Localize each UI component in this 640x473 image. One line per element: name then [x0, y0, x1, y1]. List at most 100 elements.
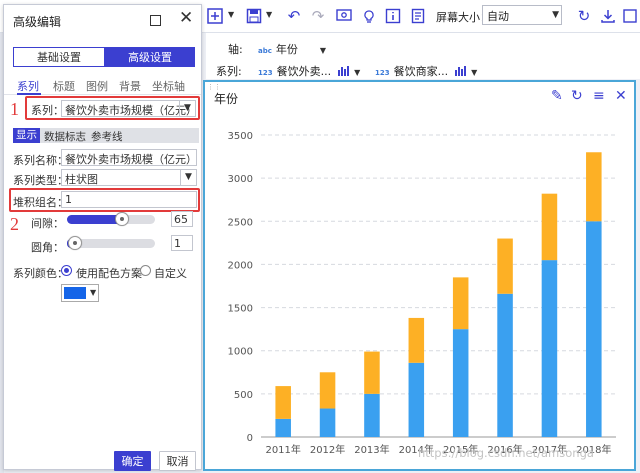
maximize-icon[interactable] — [150, 15, 161, 26]
corner-slider[interactable] — [67, 236, 155, 250]
bar-chart-icon — [337, 66, 349, 76]
corner-slider-thumb[interactable] — [67, 236, 82, 250]
custom-color-option-label: 自定义 — [154, 267, 187, 280]
save-icon[interactable] — [244, 6, 264, 26]
stack-group-input[interactable]: 1 — [61, 191, 197, 208]
color-swatch — [64, 287, 86, 299]
screen-size-value: 自动 — [487, 10, 509, 23]
y-tick-label: 3500 — [228, 131, 253, 142]
axis-field[interactable]: abc 年份 ▼ — [258, 41, 326, 57]
ok-button[interactable]: 确定 — [114, 451, 151, 471]
bar-series-2 — [541, 193, 558, 261]
advanced-edit-dialog: 高级编辑 ✕ 基础设置 高级设置 系列 标题 图例 背景 坐标轴 1 系列： 餐… — [3, 4, 202, 471]
preview-icon[interactable] — [334, 6, 354, 26]
chevron-down-icon: ▼ — [552, 10, 559, 20]
y-tick-label: 1500 — [228, 304, 253, 315]
add-component-icon[interactable] — [205, 6, 225, 26]
series-subtabs: 显示 数据标志 参考线 — [13, 128, 199, 143]
gap-value-input[interactable]: 65 — [171, 211, 193, 227]
info-icon[interactable] — [383, 6, 403, 26]
tab-background[interactable]: 背景 — [119, 78, 141, 94]
bar-series-2 — [275, 386, 291, 419]
chevron-down-icon: ▼ — [471, 68, 478, 77]
subtab-reference-line[interactable]: 参考线 — [91, 129, 123, 144]
toggle-icon[interactable] — [620, 6, 640, 26]
tab-legend[interactable]: 图例 — [86, 78, 108, 94]
series-select[interactable]: 餐饮外卖市场规模（亿元） ▼ — [61, 100, 196, 117]
bar-series-1 — [408, 362, 425, 437]
y-tick-label: 0 — [247, 433, 253, 444]
close-icon[interactable]: ✕ — [615, 89, 627, 103]
series-type-label: 系列类型： — [13, 174, 68, 187]
tab-axis[interactable]: 坐标轴 — [152, 78, 185, 94]
close-icon[interactable]: ✕ — [179, 10, 193, 27]
series-name-value: 餐饮外卖市场规模（亿元） — [65, 153, 197, 166]
corner-value-input[interactable]: 1 — [171, 235, 193, 251]
tab-title[interactable]: 标题 — [53, 78, 75, 94]
series-field-2[interactable]: 123 餐饮商家... ▼ — [375, 63, 477, 79]
series-label: 系列: — [216, 65, 242, 78]
gap-value: 65 — [174, 213, 188, 226]
x-tick-label: 2013年 — [354, 443, 389, 456]
undo-icon[interactable]: ↶ — [284, 6, 304, 26]
custom-color-radio[interactable] — [140, 265, 151, 276]
download-icon[interactable] — [598, 6, 618, 26]
bar-series-1 — [452, 329, 469, 437]
series-field-1[interactable]: 123 餐饮外卖... ▼ — [258, 63, 360, 79]
text-type-icon: abc — [258, 47, 272, 55]
bar-series-2 — [408, 317, 425, 363]
tab-series[interactable]: 系列 — [17, 78, 39, 94]
screen-size-select[interactable]: 自动 ▼ — [482, 5, 562, 25]
bar-series-2 — [364, 351, 380, 394]
refresh-icon[interactable]: ↻ — [571, 89, 583, 103]
series-name-input[interactable]: 餐饮外卖市场规模（亿元） — [61, 149, 197, 166]
series-select-label: 系列： — [31, 104, 64, 117]
color-scheme-option-label: 使用配色方案 — [76, 267, 142, 280]
dialog-title: 高级编辑 — [13, 15, 62, 29]
bar-series-2 — [497, 238, 513, 294]
stacked-bar-chart: 0 500 1000 1500 2000 2500 3000 3500 2011年 2012年 20… — [228, 131, 616, 456]
add-dropdown-caret[interactable]: ▼ — [228, 10, 234, 19]
stack-group-label: 堆积组名： — [13, 196, 68, 209]
menu-icon[interactable]: ≡ — [593, 89, 605, 103]
subtab-display[interactable]: 显示 — [13, 128, 40, 143]
bar-series-2 — [586, 152, 602, 222]
bar-series-1 — [275, 418, 291, 437]
theme-bulb-icon[interactable] — [359, 6, 379, 26]
x-tick-label: 2011年 — [265, 443, 300, 456]
y-tick-label: 2000 — [228, 260, 253, 271]
chevron-down-icon: ▼ — [90, 288, 97, 297]
edit-pencil-icon[interactable]: ✎ — [551, 89, 563, 103]
save-dropdown-caret[interactable]: ▼ — [266, 10, 272, 19]
bar-series-1 — [541, 260, 558, 437]
bar-series-1 — [364, 393, 380, 437]
bar-series-2 — [452, 277, 469, 330]
subtab-data-labels[interactable]: 数据标志 — [44, 129, 86, 144]
stack-group-value: 1 — [65, 193, 72, 206]
section-tabs: 系列 标题 图例 背景 坐标轴 — [4, 77, 201, 95]
cancel-button[interactable]: 取消 — [159, 451, 196, 471]
color-scheme-radio[interactable] — [61, 265, 72, 276]
series-type-select[interactable]: 柱状图 ▼ — [61, 169, 197, 186]
chart-panel[interactable]: ⋮⋮ 年份 ✎ ↻ ≡ ✕ 0 500 1000 1500 2000 2500 3000 35… — [203, 80, 636, 471]
chevron-down-icon: ▼ — [319, 46, 327, 55]
number-type-icon: 123 — [375, 69, 390, 77]
document-icon[interactable] — [408, 6, 428, 26]
color-picker[interactable]: ▼ — [61, 284, 99, 302]
gap-slider-thumb[interactable] — [115, 212, 130, 226]
bar-series-1 — [497, 293, 513, 437]
series-type-value: 柱状图 — [65, 173, 98, 186]
series-field-1-name: 餐饮外卖... — [276, 65, 332, 78]
gap-slider[interactable] — [67, 212, 155, 226]
series-color-label: 系列颜色： — [13, 267, 68, 280]
annotation-number-2: 2 — [10, 214, 19, 234]
gap-slider-fill — [67, 215, 123, 224]
annotation-number-1: 1 — [10, 99, 19, 119]
chart-title: 年份 — [214, 92, 239, 106]
advanced-settings-tab[interactable]: 高级设置 — [105, 47, 195, 67]
corner-label: 圆角： — [31, 241, 64, 254]
basic-settings-tab[interactable]: 基础设置 — [13, 47, 105, 67]
redo-icon[interactable]: ↷ — [308, 6, 328, 26]
corner-value: 1 — [174, 237, 181, 250]
refresh-icon[interactable]: ↻ — [574, 6, 594, 26]
